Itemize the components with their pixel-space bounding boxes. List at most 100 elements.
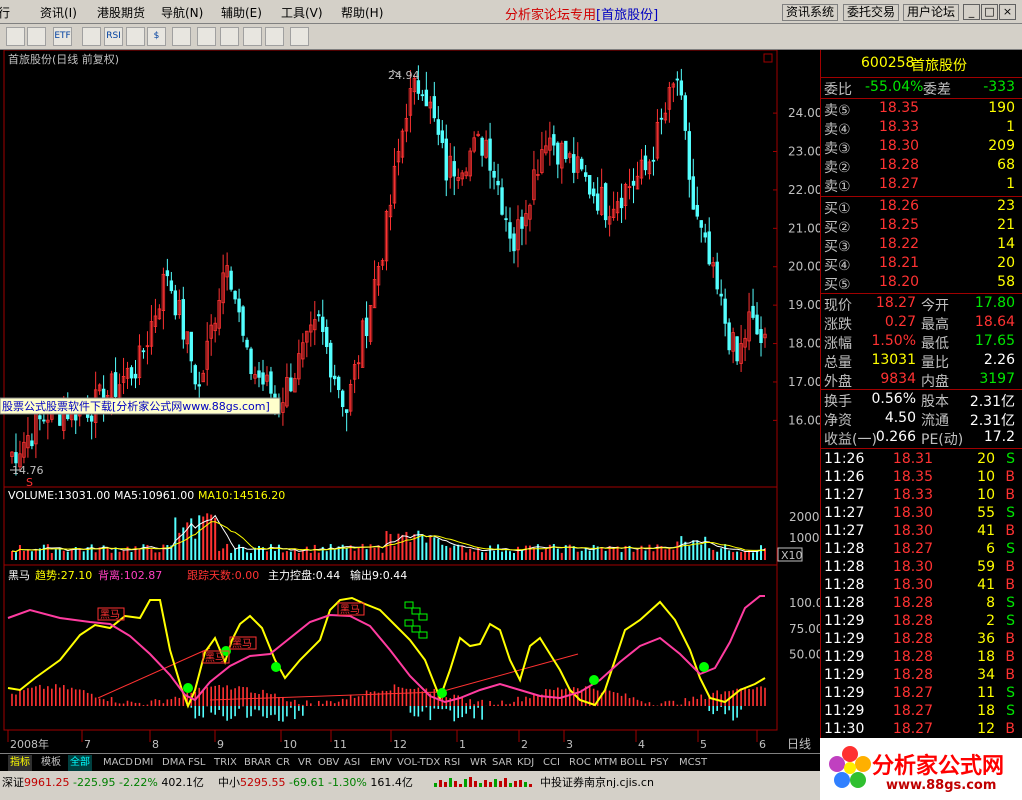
move-icon[interactable] xyxy=(243,27,262,46)
tab-emv[interactable]: EMV xyxy=(368,755,394,771)
tab-brar[interactable]: BRAR xyxy=(242,755,273,771)
tab-mcst[interactable]: MCST xyxy=(677,755,709,771)
menu-item-help[interactable]: 帮助(H) xyxy=(341,4,383,21)
chart-area[interactable]: 首旅股份(日线 前复权) 24.00 23.00 22.00 21.00 20.00 19.… xyxy=(0,49,827,753)
maximize-button[interactable]: □ xyxy=(981,4,998,20)
volume-bar xyxy=(174,517,177,560)
histo-bar xyxy=(497,704,499,706)
tab-vol-tdx[interactable]: VOL-TDX xyxy=(395,755,442,771)
candle-body xyxy=(631,180,636,186)
tick-time: 11:26 xyxy=(824,451,865,467)
tab-wr[interactable]: WR xyxy=(468,755,489,771)
tab-psy[interactable]: PSY xyxy=(648,755,671,771)
tab-kdj[interactable]: KDJ xyxy=(515,755,536,771)
tab-sar[interactable]: SAR xyxy=(490,755,514,771)
rsi-icon[interactable]: RSI xyxy=(104,27,123,46)
sell-level-volume: 190 xyxy=(988,100,1015,116)
tab-fsl[interactable]: FSL xyxy=(186,755,208,771)
volume-bar xyxy=(740,551,743,560)
volume-bar xyxy=(150,549,153,560)
tab-dma[interactable]: DMA xyxy=(160,755,187,771)
etf-icon[interactable]: ETF xyxy=(53,27,72,46)
histo-bar xyxy=(142,705,145,706)
settings-icon[interactable] xyxy=(172,27,191,46)
volume-bar xyxy=(572,546,575,560)
maximize-pane-icon[interactable] xyxy=(763,53,773,63)
candle-body xyxy=(317,314,321,317)
tab-cr[interactable]: CR xyxy=(274,755,292,771)
tick-price: 18.30 xyxy=(892,523,933,539)
candle-body xyxy=(488,138,492,171)
tick-price: 18.27 xyxy=(892,721,933,737)
user-forum-button[interactable]: 用户论坛 xyxy=(903,4,960,21)
order-diff-value: -333 xyxy=(983,79,1015,95)
sell-level-price: 18.30 xyxy=(879,138,920,154)
zoom-out-icon[interactable] xyxy=(27,27,46,46)
up-arrow-icon[interactable] xyxy=(265,27,284,46)
trade-button[interactable]: 委托交易 xyxy=(843,4,900,21)
tab-boll[interactable]: BOLL xyxy=(618,755,648,771)
buy-level-row: 买⑤ 18.20 58 xyxy=(821,274,1022,293)
volume-bar xyxy=(437,538,440,560)
volume-bar xyxy=(30,551,33,560)
volume-bar xyxy=(162,544,165,560)
histo-bar xyxy=(716,706,718,711)
histo-bar xyxy=(341,698,344,706)
tab-all[interactable]: 全部 xyxy=(68,755,92,771)
menu-item-assist[interactable]: 辅助(E) xyxy=(221,4,262,21)
dollar-icon[interactable]: $ xyxy=(147,27,166,46)
volume-bar xyxy=(62,550,65,560)
tab-template[interactable]: 模板 xyxy=(39,755,63,771)
mini-volume-bar xyxy=(454,781,457,787)
down-arrow-icon[interactable] xyxy=(290,27,309,46)
volume-bar xyxy=(684,541,687,560)
menu-item-navigate[interactable]: 导航(N) xyxy=(161,4,203,21)
tab-vr[interactable]: VR xyxy=(296,755,314,771)
menu-item-tools[interactable]: 工具(V) xyxy=(281,4,323,21)
tick-volume: 12 xyxy=(977,721,995,737)
signal-marker xyxy=(404,601,414,609)
histo-bar xyxy=(150,700,153,706)
pencil-icon[interactable] xyxy=(220,27,239,46)
kline-icon[interactable] xyxy=(82,27,101,46)
candle-body xyxy=(755,314,759,335)
tick-volume: 8 xyxy=(986,595,995,611)
tick-volume: 41 xyxy=(977,523,995,539)
tab-rsi[interactable]: RSI xyxy=(442,755,462,771)
tab-indicator[interactable]: 指标 xyxy=(8,755,32,771)
tick-side: B xyxy=(1005,721,1015,737)
minimize-button[interactable]: _ xyxy=(963,4,980,20)
histo-bar xyxy=(445,706,448,709)
histo-bar xyxy=(234,688,236,706)
volume-bar xyxy=(656,544,659,560)
zoom-in-icon[interactable] xyxy=(6,27,25,46)
histo-bar xyxy=(345,699,348,706)
histo-bar xyxy=(286,706,288,717)
volume-bar xyxy=(612,546,615,560)
tab-macd[interactable]: MACD xyxy=(101,755,135,771)
volume-bar xyxy=(198,515,201,560)
volume-bar xyxy=(485,552,488,560)
tab-asi[interactable]: ASI xyxy=(342,755,362,771)
menu-item-info[interactable]: 资讯(I) xyxy=(40,4,77,21)
tab-cci[interactable]: CCI xyxy=(541,755,562,771)
tab-obv[interactable]: OBV xyxy=(316,755,341,771)
histo-bar xyxy=(477,706,479,708)
tab-dmi[interactable]: DMI xyxy=(132,755,155,771)
menu-item-hk-futures[interactable]: 港股期货 xyxy=(97,4,145,21)
sell-level-volume: 209 xyxy=(988,138,1015,154)
kline-chart[interactable]: 首旅股份(日线 前复权) 24.00 23.00 22.00 21.00 20.00 19.… xyxy=(0,49,827,753)
export-icon[interactable] xyxy=(197,27,216,46)
close-button[interactable]: × xyxy=(999,4,1016,20)
tab-roc[interactable]: ROC xyxy=(567,755,593,771)
mini-volume-bars xyxy=(434,773,534,787)
tab-trix[interactable]: TRIX xyxy=(212,755,239,771)
image-icon[interactable] xyxy=(126,27,145,46)
tick-side: S xyxy=(1006,685,1015,701)
candle-body xyxy=(257,370,261,378)
tab-mtm[interactable]: MTM xyxy=(592,755,619,771)
info-system-button[interactable]: 资讯系统 xyxy=(782,4,839,21)
dark-horse-label: 黑马 xyxy=(205,652,225,664)
menu-item-trade[interactable]: 行 xyxy=(0,4,10,21)
histo-bar xyxy=(441,706,444,710)
